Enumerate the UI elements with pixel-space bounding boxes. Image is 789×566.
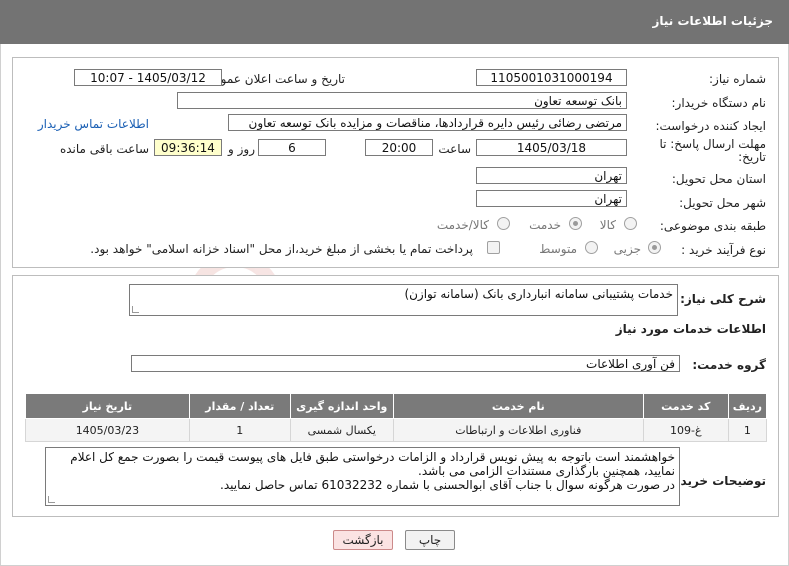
deadline-time-field: 20:00 <box>365 139 433 156</box>
category-goods-label: کالا <box>599 218 616 232</box>
province-field: تهران <box>476 167 627 184</box>
need-number-field: 1105001031000194 <box>476 69 627 86</box>
process-partial-label: جزیی <box>613 242 641 256</box>
cell-row-number: 1 <box>727 418 768 442</box>
buyer-notes-line-1: خواهشمند است باتوجه به پیش نویس قرارداد … <box>70 450 675 464</box>
treasury-note: پرداخت تمام یا بخشی از مبلغ خرید،از محل … <box>90 242 473 256</box>
process-medium-radio[interactable] <box>585 241 598 254</box>
col-row-number: ردیف <box>727 393 768 419</box>
col-service-name: نام خدمت <box>392 393 644 419</box>
deadline-date-word-label: تاریخ: <box>738 150 766 164</box>
page-title: جزئیات اطلاعات نیاز <box>652 14 773 28</box>
category-service-radio[interactable] <box>569 217 582 230</box>
buyer-org-label: نام دستگاه خریدار: <box>671 96 767 110</box>
table-row: 1 غ-109 فناوری اطلاعات و ارتباطات یکسال … <box>25 418 768 442</box>
deadline-time-label: ساعت <box>438 142 471 156</box>
service-group-label: گروه خدمت: <box>692 358 766 372</box>
category-goods-radio[interactable] <box>624 217 637 230</box>
buyer-org-field: بانک توسعه تعاون <box>177 92 627 109</box>
summary-textarea: خدمات پشتیبانی سامانه انبارداری بانک (سا… <box>129 284 678 316</box>
process-partial-radio[interactable] <box>648 241 661 254</box>
process-medium-label: متوسط <box>539 242 577 256</box>
need-info-panel <box>12 57 779 268</box>
announce-datetime-field: 1405/03/12 - 10:07 <box>74 69 222 86</box>
table-header-row: ردیف کد خدمت نام خدمت واحد اندازه گیری ت… <box>25 393 768 419</box>
days-remaining-field: 6 <box>258 139 326 156</box>
cell-unit: یکسال شمسی <box>289 418 394 442</box>
services-info-heading: اطلاعات خدمات مورد نیاز <box>615 322 766 336</box>
remaining-time-field: 09:36:14 <box>154 139 222 156</box>
col-need-date: تاریخ نیاز <box>25 393 190 419</box>
back-button[interactable]: بازگشت <box>333 530 393 550</box>
buyer-contact-link[interactable]: اطلاعات تماس خریدار <box>38 117 149 131</box>
category-goods-service-radio[interactable] <box>497 217 510 230</box>
print-button[interactable]: چاپ <box>405 530 455 550</box>
province-label: استان محل تحویل: <box>671 172 766 186</box>
city-label: شهر محل تحویل: <box>679 196 766 210</box>
category-service-label: خدمت <box>529 218 561 232</box>
service-group-field: فن آوری اطلاعات <box>131 355 680 372</box>
requester-label: ایجاد کننده درخواست: <box>655 119 766 133</box>
page-header: جزئیات اطلاعات نیاز <box>0 0 789 44</box>
col-unit: واحد اندازه گیری <box>289 393 394 419</box>
category-goods-service-label: کالا/خدمت <box>436 218 489 232</box>
buyer-notes-textarea: خواهشمند است باتوجه به پیش نویس قرارداد … <box>45 447 680 506</box>
services-table: ردیف کد خدمت نام خدمت واحد اندازه گیری ت… <box>25 393 768 442</box>
cell-quantity: 1 <box>188 418 291 442</box>
buyer-notes-line-3: در صورت هرگونه سوال با جناب آقای ابوالحس… <box>220 478 675 492</box>
city-field: تهران <box>476 190 627 207</box>
category-label: طبقه بندی موضوعی: <box>659 219 766 233</box>
day-and-label: روز و <box>228 142 255 156</box>
summary-label: شرح کلی نیاز: <box>680 292 766 306</box>
need-number-label: شماره نیاز: <box>709 72 766 86</box>
cell-need-date: 1405/03/23 <box>25 418 190 442</box>
requester-field: مرتضی رضائی رئیس دایره قراردادها، مناقصا… <box>228 114 627 131</box>
treasury-checkbox[interactable] <box>487 241 500 254</box>
cell-service-code: غ-109 <box>642 418 729 442</box>
deadline-date-field: 1405/03/18 <box>476 139 627 156</box>
col-quantity: تعداد / مقدار <box>188 393 291 419</box>
buyer-notes-line-2: نمایید، همچنین بارگذاری مستندات الزامی م… <box>418 464 675 478</box>
col-service-code: کد خدمت <box>642 393 729 419</box>
cell-service-name: فناوری اطلاعات و ارتباطات <box>392 418 644 442</box>
deadline-label: مهلت ارسال پاسخ: تا <box>659 137 766 151</box>
process-label: نوع فرآیند خرید : <box>681 243 766 257</box>
remaining-time-label: ساعت باقی مانده <box>59 142 149 156</box>
